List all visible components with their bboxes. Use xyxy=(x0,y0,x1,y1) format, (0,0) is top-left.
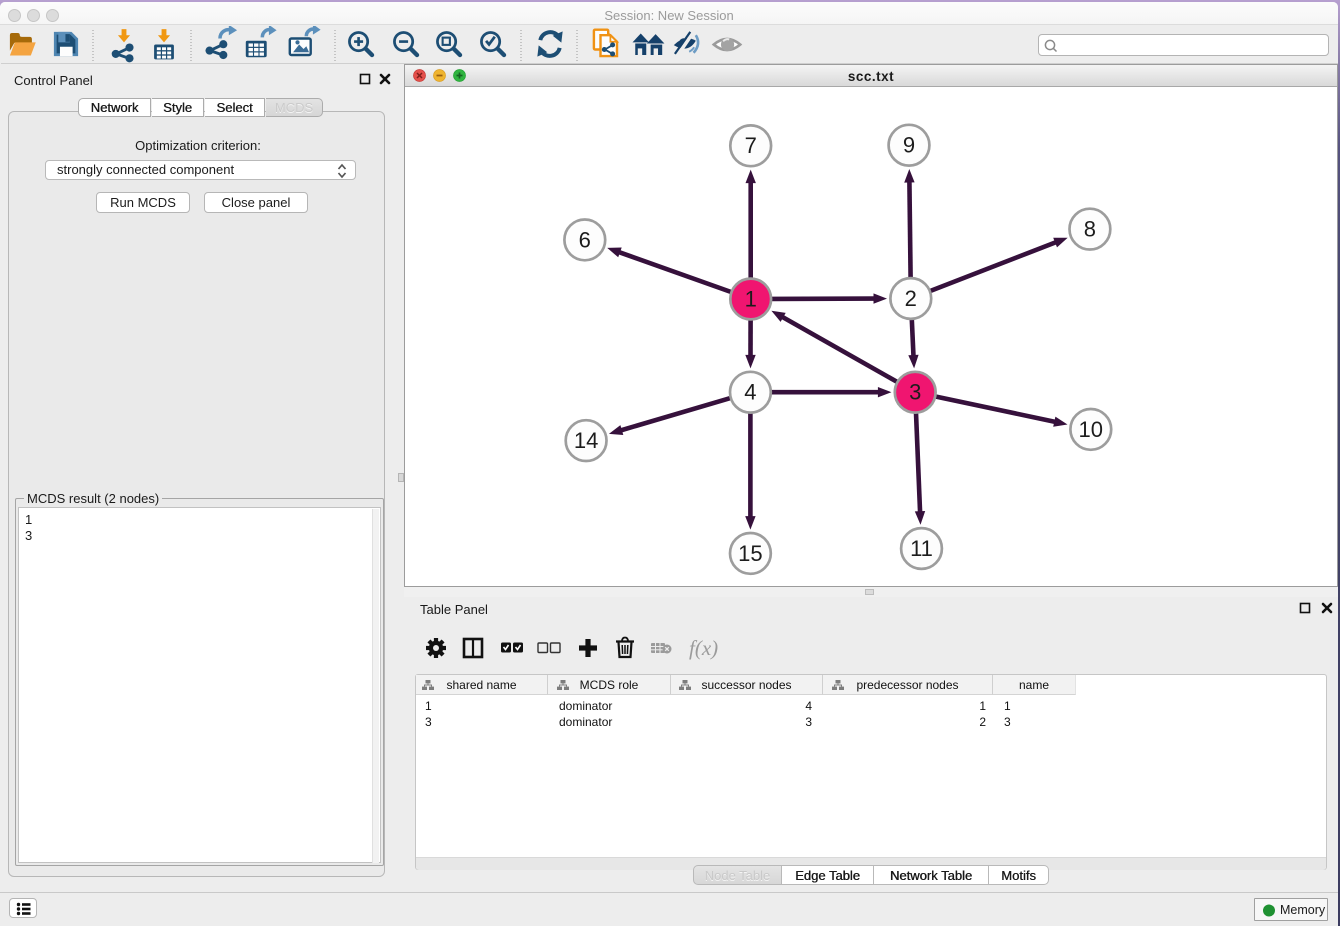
svg-text:3: 3 xyxy=(909,380,921,405)
svg-text:10: 10 xyxy=(1079,417,1103,442)
svg-text:9: 9 xyxy=(903,133,915,158)
svg-text:11: 11 xyxy=(910,536,933,561)
svg-text:2: 2 xyxy=(905,286,917,311)
svg-text:6: 6 xyxy=(579,227,591,252)
svg-text:7: 7 xyxy=(745,133,757,158)
svg-text:15: 15 xyxy=(738,541,762,566)
svg-text:14: 14 xyxy=(574,428,598,453)
svg-text:4: 4 xyxy=(744,380,756,405)
svg-text:8: 8 xyxy=(1084,217,1096,242)
svg-text:1: 1 xyxy=(745,286,757,311)
svg-text:f(x): f(x) xyxy=(689,636,718,660)
